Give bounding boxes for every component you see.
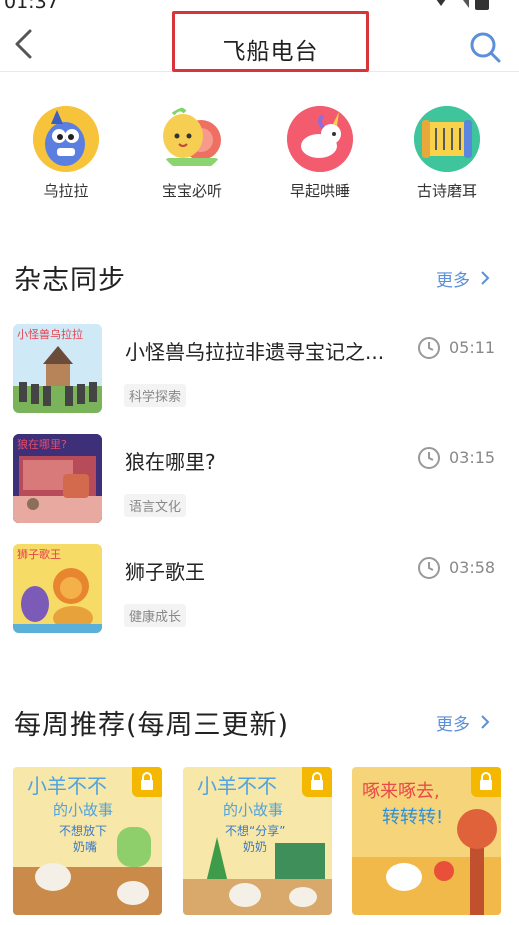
title-highlight-box: 飞船电台 bbox=[172, 11, 369, 72]
snail-icon bbox=[159, 106, 225, 172]
signal-icon bbox=[457, 0, 469, 8]
category-zaoqi[interactable]: 早起哄睡 bbox=[265, 100, 375, 201]
svg-text:奶奶: 奶奶 bbox=[243, 840, 267, 854]
item-title: 狼在哪里? bbox=[125, 450, 216, 474]
chevron-right-icon bbox=[480, 714, 490, 735]
item-tag: 健康成长 bbox=[124, 604, 187, 627]
category-label: 古诗磨耳 bbox=[416, 182, 477, 200]
lock-icon bbox=[141, 772, 153, 790]
lock-badge bbox=[302, 767, 332, 797]
list-item[interactable]: 小怪兽乌拉拉 小怪兽乌拉拉非遗寻宝记之... 科学探索 05:11 bbox=[0, 324, 519, 416]
item-duration: 05:11 bbox=[449, 338, 496, 357]
back-button[interactable] bbox=[10, 28, 38, 60]
item-duration: 03:15 bbox=[449, 448, 496, 467]
top-nav-bar: 飞船电台 bbox=[0, 10, 519, 72]
category-row: 乌拉拉 宝宝必听 早起哄睡 古诗磨耳 bbox=[0, 100, 519, 210]
wifi-icon bbox=[431, 0, 451, 6]
category-label: 早起哄睡 bbox=[289, 182, 350, 200]
svg-text:奶嘴: 奶嘴 bbox=[73, 840, 97, 854]
cover-image: 狼在哪里? bbox=[13, 434, 102, 523]
unicorn-icon bbox=[287, 106, 353, 172]
page-title: 飞船电台 bbox=[222, 39, 319, 65]
category-gushi[interactable]: 古诗磨耳 bbox=[392, 100, 502, 201]
album-card[interactable]: 小羊不不 的小故事 不想“分享” 奶奶 bbox=[183, 767, 332, 915]
svg-text:不想放下: 不想放下 bbox=[59, 823, 107, 838]
svg-text:的小故事: 的小故事 bbox=[223, 801, 283, 819]
svg-text:狮子歌王: 狮子歌王 bbox=[17, 547, 61, 561]
clock-icon bbox=[418, 447, 440, 469]
clock-icon bbox=[418, 337, 440, 359]
lock-icon bbox=[311, 772, 323, 790]
svg-text:转转转!: 转转转! bbox=[382, 807, 443, 828]
clock-icon bbox=[418, 557, 440, 579]
album-card[interactable]: 啄来啄去, 转转转! bbox=[352, 767, 501, 915]
more-label: 更多 bbox=[436, 715, 470, 735]
chevron-right-icon bbox=[480, 270, 490, 291]
svg-text:小怪兽乌拉拉: 小怪兽乌拉拉 bbox=[17, 327, 83, 341]
more-button-weekly[interactable]: 更多 bbox=[436, 710, 490, 735]
item-title: 狮子歌王 bbox=[125, 560, 205, 584]
cover-image: 小怪兽乌拉拉 bbox=[13, 324, 102, 413]
lock-badge bbox=[471, 767, 501, 797]
category-wulala[interactable]: 乌拉拉 bbox=[11, 100, 121, 201]
svg-text:不想“分享”: 不想“分享” bbox=[225, 823, 285, 838]
more-label: 更多 bbox=[436, 271, 470, 291]
item-tag: 科学探索 bbox=[124, 384, 187, 407]
section-title-magazine: 杂志同步 bbox=[14, 265, 126, 296]
svg-text:小羊不不: 小羊不不 bbox=[27, 774, 107, 798]
search-icon bbox=[470, 32, 501, 63]
chevron-left-icon bbox=[15, 29, 32, 59]
list-item[interactable]: 狼在哪里? 狼在哪里? 语言文化 03:15 bbox=[0, 434, 519, 526]
category-label: 乌拉拉 bbox=[43, 182, 89, 200]
album-card[interactable]: 小羊不不 的小故事 不想放下 奶嘴 bbox=[13, 767, 162, 915]
item-duration: 03:58 bbox=[449, 558, 496, 577]
search-button[interactable] bbox=[468, 30, 502, 64]
svg-text:啄来啄去,: 啄来啄去, bbox=[362, 781, 440, 802]
svg-text:小羊不不: 小羊不不 bbox=[197, 774, 277, 798]
category-label: 宝宝必听 bbox=[161, 182, 222, 200]
list-item[interactable]: 狮子歌王 狮子歌王 健康成长 03:58 bbox=[0, 544, 519, 636]
lock-badge bbox=[132, 767, 162, 797]
section-title-weekly: 每周推荐(每周三更新) bbox=[14, 710, 290, 741]
more-button-magazine[interactable]: 更多 bbox=[436, 266, 490, 291]
scroll-icon bbox=[414, 106, 480, 172]
cover-image: 狮子歌王 bbox=[13, 544, 102, 633]
svg-text:的小故事: 的小故事 bbox=[53, 801, 113, 819]
lock-icon bbox=[480, 772, 492, 790]
category-baobao[interactable]: 宝宝必听 bbox=[137, 100, 247, 201]
monster-icon bbox=[33, 106, 99, 172]
battery-icon bbox=[475, 0, 489, 10]
svg-text:狼在哪里?: 狼在哪里? bbox=[17, 437, 67, 451]
item-tag: 语言文化 bbox=[124, 494, 187, 517]
item-title: 小怪兽乌拉拉非遗寻宝记之... bbox=[125, 340, 385, 364]
